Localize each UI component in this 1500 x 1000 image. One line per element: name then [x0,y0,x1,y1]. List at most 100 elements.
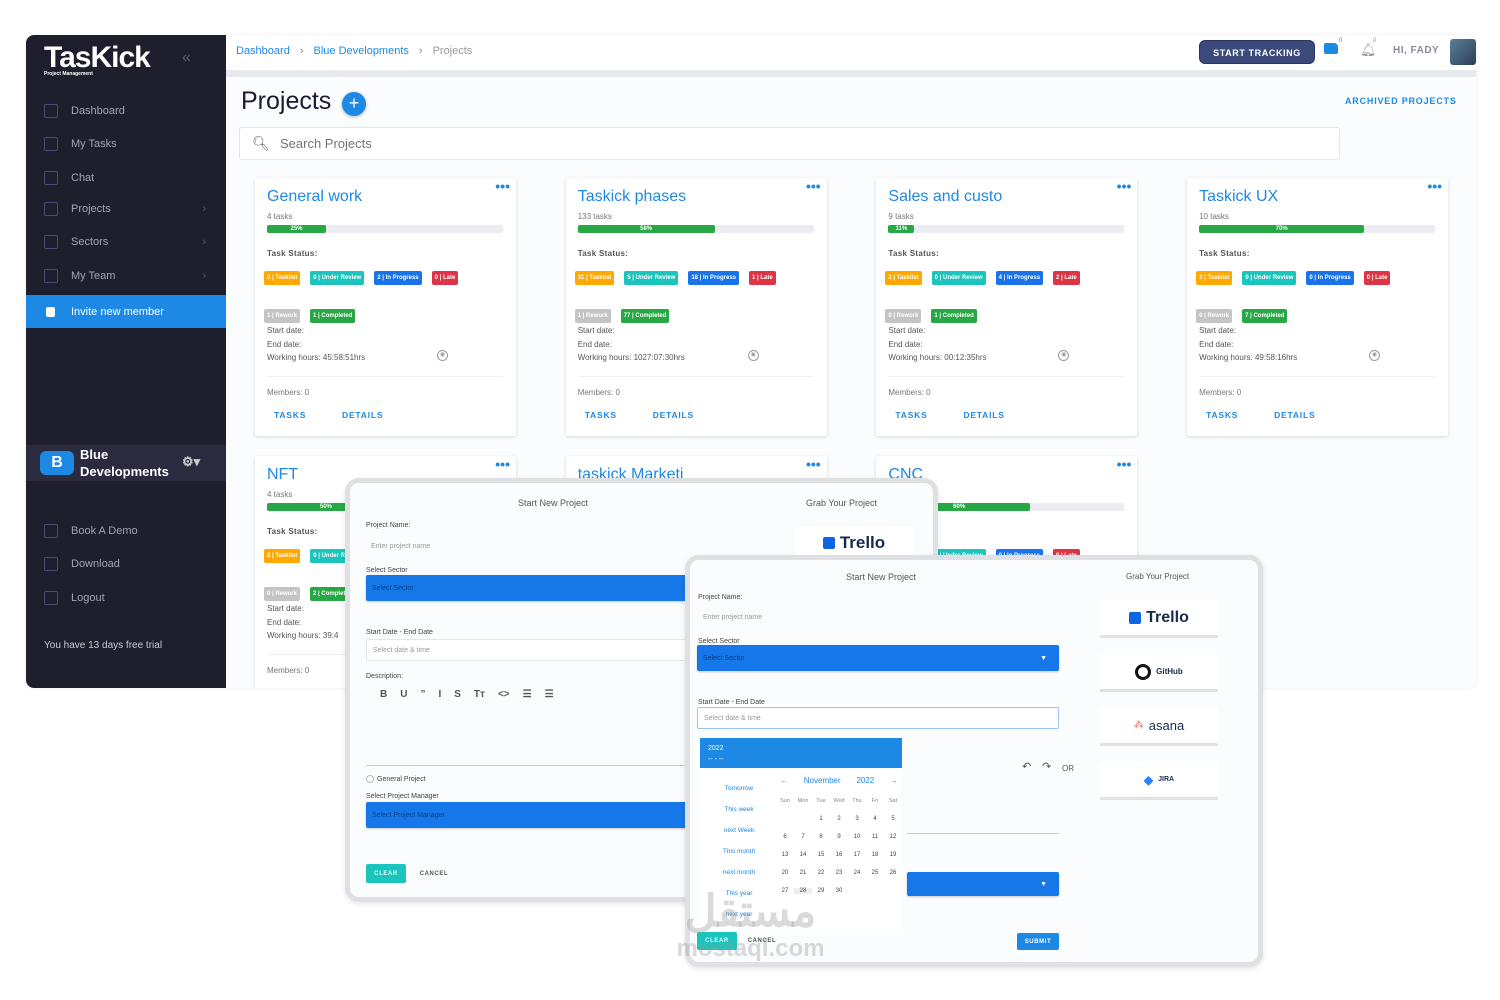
sidebar-item-chat[interactable]: Chat [26,163,226,193]
undo-icon[interactable]: ↶ [1022,760,1031,773]
sidebar-item-my-team[interactable]: My Team › [26,261,226,291]
manager-select[interactable]: ▼ [907,872,1059,896]
text-size-icon[interactable]: Tт [474,689,485,700]
user-greeting[interactable]: HI, FADY [1393,45,1439,56]
eye-icon[interactable]: ◉ [1369,350,1381,361]
status-badge-tasklist[interactable]: 0 | Tasklist [264,271,301,285]
calendar-day[interactable]: 14 [794,852,812,858]
general-project-checkbox[interactable] [366,775,374,783]
description-editor[interactable] [366,765,696,766]
calendar-day[interactable]: 26 [884,870,902,876]
tasks-link[interactable]: TASKS [274,410,306,420]
more-options-icon[interactable]: ••• [1117,456,1132,472]
more-options-icon[interactable]: ••• [1117,178,1132,194]
sidebar-item-my-tasks[interactable]: My Tasks [26,129,226,159]
more-options-icon[interactable]: ••• [495,178,510,194]
eye-icon[interactable]: ◉ [747,350,759,361]
project-title[interactable]: General work [267,188,362,206]
calendar-day[interactable]: 2 [830,816,848,822]
cancel-button[interactable]: CANCEL [414,864,454,883]
eye-icon[interactable]: ◉ [1058,350,1070,361]
calendar-day[interactable]: 25 [866,870,884,876]
tasks-link[interactable]: TASKS [1206,410,1238,420]
archived-projects-link[interactable]: ARCHIVED PROJECTS [1345,96,1457,106]
sidebar-item-download[interactable]: Download [26,549,226,579]
calendar-day[interactable]: 1 [812,816,830,822]
date-range-input[interactable]: Select date & time [366,639,696,661]
status-badge-completed[interactable]: 7 | Completed [1242,309,1288,323]
next-month-arrow-icon[interactable]: → [890,776,898,785]
status-badge-late[interactable]: 0 | Late [431,271,459,285]
project-title[interactable]: NFT [267,466,298,484]
quick-range-option[interactable]: This month [708,841,770,862]
quick-range-option[interactable]: next month [708,862,770,883]
details-link[interactable]: DETAILS [1274,410,1315,420]
underline-icon[interactable]: U [400,689,407,700]
sidebar-item-sectors[interactable]: Sectors › [26,227,226,257]
calendar-day[interactable]: 23 [830,870,848,876]
quick-range-option[interactable]: Tomorrow [708,778,770,799]
calendar-day[interactable]: 18 [866,852,884,858]
quick-range-option[interactable]: This week [708,799,770,820]
calendar-day[interactable]: 24 [848,870,866,876]
status-badge-completed[interactable]: 1 | Completed [931,309,977,323]
calendar-day[interactable]: 13 [776,852,794,858]
status-badge-rework[interactable]: 0 | Rework [885,309,922,323]
strikethrough-icon[interactable]: S [454,689,461,700]
breadcrumb-sector[interactable]: Blue Developments [314,45,409,57]
status-badge-tasklist[interactable]: 3 | Tasklist [1196,271,1233,285]
italic-icon[interactable]: I [438,689,441,700]
status-badge-rework[interactable]: 0 | Rework [264,587,301,601]
details-link[interactable]: DETAILS [963,410,1004,420]
more-options-icon[interactable]: ••• [806,178,821,194]
calendar-day[interactable]: 6 [776,834,794,840]
project-name-input[interactable]: Enter project name [703,614,762,621]
calendar-day[interactable]: 17 [848,852,866,858]
calendar-day[interactable]: 7 [794,834,812,840]
status-badge-under-review[interactable]: 0 | Under Review [1242,271,1297,285]
taskick-logo[interactable]: TasKick Project Management [44,41,151,77]
calendar-day[interactable]: 4 [866,816,884,822]
sidebar-item-book-a-demo[interactable]: Book A Demo [26,516,226,546]
eye-icon[interactable]: ◉ [437,350,448,361]
calendar-day[interactable]: 21 [794,870,812,876]
status-badge-in-progress[interactable]: 0 | In Progress [1306,271,1354,285]
tasks-link[interactable]: TASKS [585,410,617,420]
quote-icon[interactable]: ” [420,689,425,700]
details-link[interactable]: DETAILS [653,410,694,420]
add-project-button[interactable]: + [342,92,366,116]
numbered-list-icon[interactable]: ☰ [545,689,554,700]
start-tracking-button[interactable]: START TRACKING [1199,40,1315,64]
status-badge-late[interactable]: 2 | Late [1053,271,1080,285]
status-badge-tasklist[interactable]: 2 | Tasklist [264,549,301,563]
more-options-icon[interactable]: ••• [1427,178,1442,194]
github-import-button[interactable]: GitHub [1100,654,1218,692]
project-title[interactable]: Taskick phases [578,188,687,206]
chat-icon[interactable] [1324,43,1338,54]
project-name-input[interactable]: Enter project name [371,543,430,550]
status-badge-late[interactable]: 0 | Late [1363,271,1391,285]
project-title[interactable]: Sales and custo [888,188,1002,206]
more-options-icon[interactable]: ••• [495,456,510,472]
calendar-day[interactable]: 5 [884,816,902,822]
status-badge-completed[interactable]: 77 | Completed [620,309,670,323]
more-options-icon[interactable]: ••• [806,456,821,472]
sidebar-item-projects[interactable]: Projects › [26,194,226,224]
asana-import-button[interactable]: ⁂ asana [1100,708,1218,746]
breadcrumb-dashboard[interactable]: Dashboard [236,45,290,57]
jira-import-button[interactable]: ◆ JIRA [1100,762,1218,800]
sector-select[interactable]: Select Sector ▼ [697,645,1059,671]
calendar-day[interactable]: 15 [812,852,830,858]
sidebar-item-logout[interactable]: Logout [26,583,226,613]
status-badge-rework[interactable]: 1 | Rework [574,309,611,323]
date-range-input[interactable]: Select date & time [697,707,1059,729]
status-badge-rework[interactable]: 1 | Rework [264,309,301,323]
calendar-day[interactable]: 19 [884,852,902,858]
sidebar-item-dashboard[interactable]: Dashboard [26,96,226,126]
status-badge-tasklist[interactable]: 31 | Tasklist [574,271,615,285]
code-icon[interactable]: <> [498,689,510,700]
trello-import-button[interactable]: Trello [1100,600,1218,638]
bell-icon[interactable]: 🔔︎ [1360,42,1377,58]
status-badge-under-review[interactable]: 0 | Under Review [931,271,986,285]
gear-icon[interactable]: ⚙▾ [182,454,200,470]
